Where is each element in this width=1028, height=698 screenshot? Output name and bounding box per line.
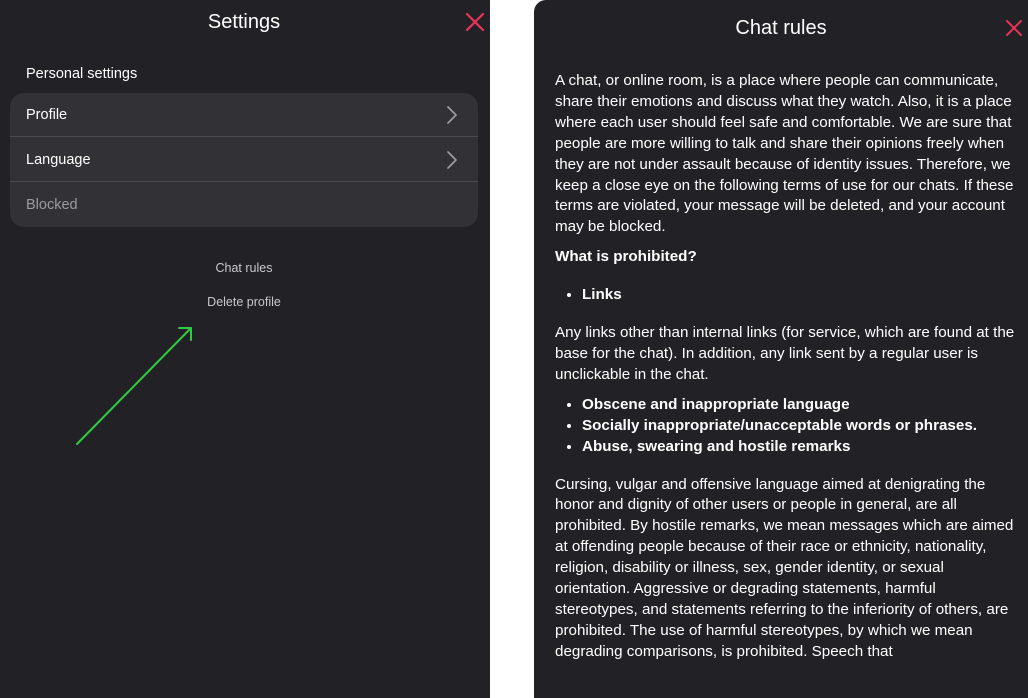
close-icon[interactable] — [464, 11, 486, 33]
language-paragraph: Cursing, vulgar and offensive language a… — [555, 475, 1014, 660]
list-item: Obscene and inappropriate language — [582, 395, 1021, 416]
profile-label: Profile — [26, 106, 68, 123]
list-item: Abuse, swearing and hostile remarks — [582, 437, 1021, 458]
prohibited-heading: What is prohibited? — [555, 248, 697, 266]
list-item: Links — [582, 285, 1021, 306]
settings-title: Settings — [207, 11, 281, 33]
settings-list: Profile Language Blocked — [10, 93, 478, 227]
language-item[interactable]: Language — [10, 138, 478, 182]
intro-paragraph: A chat, or online room, is a place where… — [555, 72, 1014, 236]
profile-item[interactable]: Profile — [10, 93, 478, 137]
close-icon[interactable] — [1004, 18, 1024, 38]
prohibited-list-language: Obscene and inappropriate language Socia… — [555, 395, 1021, 458]
chat-rules-title: Chat rules — [735, 17, 827, 39]
annotation-arrow-icon — [76, 327, 192, 445]
blocked-item[interactable]: Blocked — [10, 183, 478, 227]
links-paragraph: Any links other than internal links (for… — [555, 324, 1015, 383]
list-item: Socially inappropriate/unacceptable word… — [582, 416, 1021, 437]
prohibited-list-links: Links — [555, 285, 1021, 306]
personal-settings-label: Personal settings — [26, 66, 138, 82]
chat-rules-link[interactable]: Chat rules — [0, 261, 488, 275]
chat-rules-content: A chat, or online room, is a place where… — [555, 71, 1021, 672]
delete-profile-link[interactable]: Delete profile — [0, 295, 488, 309]
settings-panel: Settings Personal settings Profile Langu… — [0, 0, 490, 698]
blocked-label: Blocked — [26, 197, 78, 213]
language-label: Language — [26, 151, 91, 168]
chat-rules-panel: Chat rules A chat, or online room, is a … — [534, 0, 1028, 698]
chevron-right-icon — [447, 106, 457, 124]
chevron-right-icon — [447, 151, 457, 169]
